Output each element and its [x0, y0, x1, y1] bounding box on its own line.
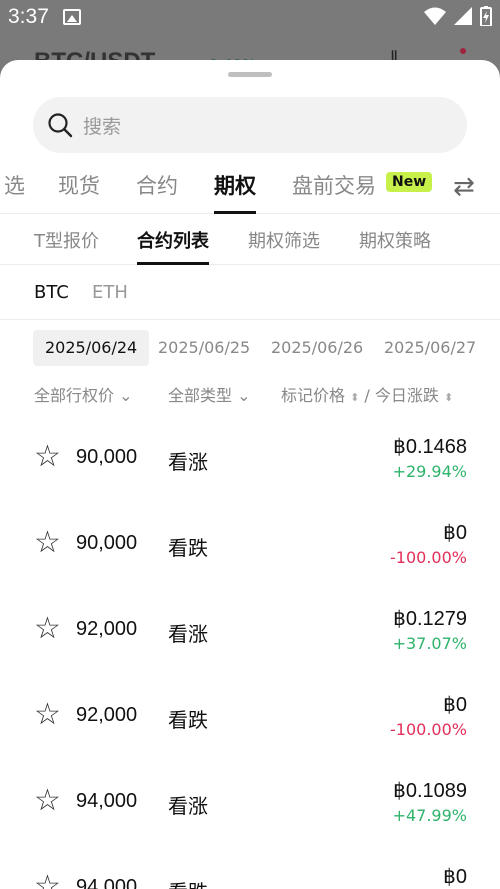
date-chip[interactable]: 2025/06/24: [33, 330, 150, 366]
table-row[interactable]: ☆ 92,000 看跌 ฿0 -100.00%: [0, 670, 500, 756]
new-badge: New: [386, 172, 433, 192]
tab-option-filter[interactable]: 期权筛选: [248, 227, 320, 265]
table-row[interactable]: ☆ 94,000 看涨 ฿0.1089 +47.99%: [0, 756, 500, 842]
sub-tabs: T型报价 合约列表 期权筛选 期权策略: [0, 215, 500, 265]
type-filter[interactable]: 全部类型 ⌄: [168, 382, 251, 406]
strike-price: 90,000: [76, 446, 138, 468]
mark-price: ฿0: [443, 866, 467, 888]
table-row[interactable]: ☆ 94,000 看跌 ฿0: [0, 842, 500, 889]
star-icon[interactable]: ☆: [34, 528, 61, 558]
tab-options[interactable]: 期权: [214, 170, 256, 214]
option-list: ☆ 90,000 看涨 ฿0.1468 +29.94% ☆ 90,000 看跌 …: [0, 412, 500, 889]
daily-change: -100.00%: [390, 720, 467, 739]
tab-spot[interactable]: 现货: [58, 170, 100, 214]
option-direction: 看涨: [168, 794, 208, 818]
search-input[interactable]: 搜索: [33, 97, 467, 153]
tab-contract-list[interactable]: 合约列表: [137, 227, 209, 265]
option-direction: 看跌: [168, 708, 208, 732]
strike-filter-label: 全部行权价: [34, 386, 115, 405]
strike-price: 94,000: [76, 790, 138, 812]
filter-bar: 全部行权价 ⌄ 全部类型 ⌄ 标记价格 ⬍ / 今日涨跌 ⬍: [34, 382, 474, 408]
search-icon: [48, 113, 73, 138]
expiry-date-tabs: 2025/06/24 2025/06/25 2025/06/26 2025/06…: [0, 330, 500, 368]
mark-price-sort[interactable]: 标记价格 ⬍ / 今日涨跌 ⬍: [281, 382, 453, 406]
notification-dot: [460, 48, 466, 54]
mark-price: ฿0.1089: [393, 780, 467, 802]
strike-price: 94,000: [76, 876, 138, 889]
sort-icon: ⬍: [444, 391, 454, 404]
image-icon: [62, 9, 81, 25]
table-row[interactable]: ☆ 90,000 看跌 ฿0 -100.00%: [0, 498, 500, 584]
status-time: 3:37: [8, 5, 49, 28]
mark-price: ฿0: [443, 522, 467, 544]
table-row[interactable]: ☆ 90,000 看涨 ฿0.1468 +29.94%: [0, 412, 500, 498]
asset-eth[interactable]: ETH: [92, 282, 128, 303]
option-direction: 看跌: [168, 536, 208, 560]
tab-t-quote[interactable]: T型报价: [34, 227, 99, 265]
filter-separator: /: [364, 386, 370, 405]
main-tabs: 选 现货 合约 期权 盘前交易 New ⇄: [0, 160, 500, 214]
strike-price: 92,000: [76, 704, 138, 726]
strike-price: 90,000: [76, 532, 138, 554]
option-direction: 看涨: [168, 450, 208, 474]
chevron-down-icon: ⌄: [237, 386, 251, 405]
table-row[interactable]: ☆ 92,000 看涨 ฿0.1279 +37.07%: [0, 584, 500, 670]
mark-price: ฿0: [443, 694, 467, 716]
search-placeholder: 搜索: [83, 115, 122, 138]
daily-change-label: 今日涨跌: [374, 386, 439, 405]
mark-price: ฿0.1279: [393, 608, 467, 630]
status-icons: [424, 6, 492, 26]
wifi-icon: [424, 7, 446, 25]
asset-tabs: BTC ETH: [0, 270, 500, 320]
tab-futures[interactable]: 合约: [136, 170, 178, 214]
daily-change: -100.00%: [390, 548, 467, 567]
star-icon[interactable]: ☆: [34, 786, 61, 816]
star-icon[interactable]: ☆: [34, 442, 61, 472]
daily-change: +47.99%: [392, 806, 467, 825]
star-icon[interactable]: ☆: [34, 614, 61, 644]
daily-change: +29.94%: [392, 462, 467, 481]
sort-icon: ⬍: [350, 391, 360, 404]
battery-icon: [480, 6, 492, 26]
type-filter-label: 全部类型: [168, 386, 233, 405]
option-direction: 看涨: [168, 622, 208, 646]
strike-price: 92,000: [76, 618, 138, 640]
chevron-down-icon: ⌄: [119, 386, 133, 405]
status-bar: 3:37: [0, 0, 500, 34]
mark-price-label: 标记价格: [281, 386, 346, 405]
market-search-sheet: 搜索 选 现货 合约 期权 盘前交易 New ⇄ T型报价 合约列表 期权筛选 …: [0, 60, 500, 889]
asset-btc[interactable]: BTC: [34, 282, 69, 303]
daily-change: +37.07%: [392, 634, 467, 653]
tab-favorites[interactable]: 选: [4, 170, 25, 214]
star-icon[interactable]: ☆: [34, 700, 61, 730]
tab-option-strategy[interactable]: 期权策略: [359, 227, 431, 265]
mark-price: ฿0.1468: [393, 436, 467, 458]
option-direction: 看跌: [168, 876, 208, 889]
signal-icon: [454, 7, 472, 25]
strike-filter[interactable]: 全部行权价 ⌄: [34, 382, 133, 406]
star-icon[interactable]: ☆: [34, 872, 61, 889]
sheet-drag-handle[interactable]: [228, 72, 272, 77]
date-chip[interactable]: 2025/06/25: [146, 330, 262, 366]
tab-pre-market[interactable]: 盘前交易: [292, 170, 376, 214]
swap-icon[interactable]: ⇄: [453, 172, 475, 202]
date-chip[interactable]: 2025/06/26: [259, 330, 375, 366]
date-chip[interactable]: 2025/06/27: [372, 330, 488, 366]
